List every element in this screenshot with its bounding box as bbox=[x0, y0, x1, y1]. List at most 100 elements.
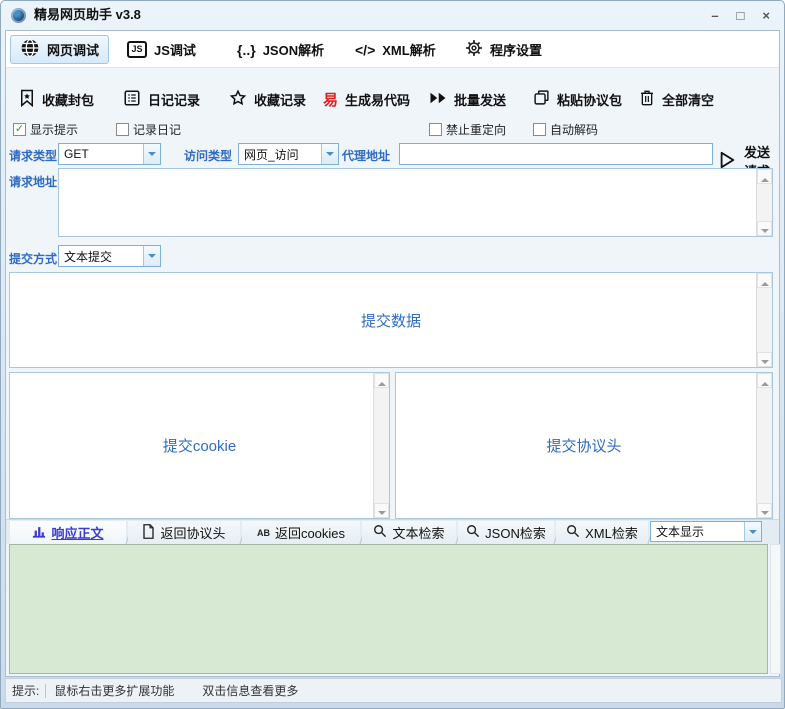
checkbox-label: 禁止重定向 bbox=[446, 121, 506, 138]
trash-icon bbox=[639, 89, 655, 110]
yi-character-icon: 易 bbox=[323, 89, 338, 110]
globe-icon bbox=[20, 38, 40, 61]
main-panel: 网页调试 JS JS调试 {..} JSON解析 </> XML解析 程序设置 … bbox=[5, 30, 780, 677]
tab-response-header[interactable]: 返回协议头 bbox=[128, 521, 240, 544]
tab-xml-search[interactable]: XML检索 bbox=[556, 521, 648, 544]
unchecked-checkbox-icon[interactable] bbox=[116, 123, 129, 136]
tab-label: 返回cookies bbox=[275, 523, 345, 542]
ab-text-icon: AB bbox=[257, 528, 270, 538]
json-braces-icon: {..} bbox=[237, 42, 256, 58]
magnifier-icon bbox=[466, 524, 480, 541]
magnifier-icon bbox=[566, 524, 580, 541]
scroll-up-icon[interactable] bbox=[757, 273, 772, 288]
tab-web-debug[interactable]: 网页调试 bbox=[10, 35, 109, 64]
tab-json-search[interactable]: JSON检索 bbox=[458, 521, 554, 544]
chevron-down-icon[interactable] bbox=[143, 144, 160, 164]
clear-all-button[interactable]: 全部清空 bbox=[639, 85, 714, 113]
chevron-down-icon[interactable] bbox=[744, 522, 761, 541]
tab-response-body[interactable]: 响应正文 bbox=[10, 521, 126, 544]
scroll-up-icon[interactable] bbox=[757, 373, 772, 388]
scroll-down-icon[interactable] bbox=[757, 352, 772, 367]
checked-checkbox-icon[interactable]: ✓ bbox=[13, 123, 26, 136]
button-label: 收藏记录 bbox=[254, 90, 306, 109]
show-tip-checkbox[interactable]: ✓ 显示提示 bbox=[13, 121, 78, 137]
star-icon bbox=[229, 89, 247, 110]
copy-icon bbox=[533, 89, 550, 109]
scroll-down-icon[interactable] bbox=[374, 503, 389, 518]
statusbar: 提示: 鼠标右击更多扩展功能 双击信息查看更多 bbox=[5, 678, 782, 703]
generate-code-button[interactable]: 易 生成易代码 bbox=[323, 85, 410, 113]
status-divider bbox=[45, 684, 46, 698]
tab-label: 返回协议头 bbox=[160, 523, 225, 542]
auto-decode-checkbox[interactable]: 自动解码 bbox=[533, 121, 598, 137]
tab-label: JSON检索 bbox=[485, 523, 546, 542]
gear-icon bbox=[465, 39, 483, 60]
tab-label: XML解析 bbox=[382, 40, 435, 59]
submit-data-hint: 提交数据 bbox=[10, 273, 772, 367]
tab-xml-parse[interactable]: </> XML解析 bbox=[346, 35, 445, 64]
unchecked-checkbox-icon[interactable] bbox=[429, 123, 442, 136]
maximize-button[interactable]: □ bbox=[737, 9, 745, 22]
titlebar[interactable]: 精易网页助手 v3.8 – □ × bbox=[1, 1, 784, 29]
proxy-address-label: 代理地址 bbox=[342, 147, 390, 164]
submit-cookie-hint: 提交cookie bbox=[10, 373, 389, 518]
paste-packet-button[interactable]: 粘贴协议包 bbox=[533, 85, 622, 113]
checkbox-label: 记录日记 bbox=[133, 121, 181, 138]
no-redirect-checkbox[interactable]: 禁止重定向 bbox=[429, 121, 506, 137]
request-address-label: 请求地址 bbox=[9, 173, 57, 190]
button-label: 批量发送 bbox=[454, 90, 506, 109]
unchecked-checkbox-icon[interactable] bbox=[533, 123, 546, 136]
button-label: 全部清空 bbox=[662, 90, 714, 109]
scrollbar[interactable] bbox=[756, 273, 772, 367]
save-packet-button[interactable]: 收藏封包 bbox=[19, 85, 94, 113]
scroll-down-icon[interactable] bbox=[757, 503, 772, 518]
batch-send-button[interactable]: 批量发送 bbox=[429, 85, 506, 113]
checkbox-label: 显示提示 bbox=[30, 121, 78, 138]
scroll-up-icon[interactable] bbox=[757, 169, 772, 184]
response-output-area[interactable] bbox=[9, 544, 768, 674]
scroll-up-icon[interactable] bbox=[374, 373, 389, 388]
document-icon bbox=[142, 524, 155, 542]
proxy-address-input[interactable] bbox=[399, 143, 713, 165]
submit-method-select[interactable]: 文本提交 bbox=[58, 245, 161, 267]
magnifier-icon bbox=[373, 524, 387, 541]
app-window: 精易网页助手 v3.8 – □ × 网页调试 JS JS调试 {..} JSON… bbox=[0, 0, 785, 709]
request-address-textarea[interactable] bbox=[58, 168, 773, 237]
access-type-select[interactable]: 网页_访问 bbox=[238, 143, 339, 165]
close-button[interactable]: × bbox=[762, 9, 770, 22]
tab-label: 程序设置 bbox=[490, 40, 542, 59]
submit-cookie-textarea[interactable]: 提交cookie bbox=[9, 372, 390, 519]
request-type-label: 请求类型 bbox=[9, 147, 57, 164]
tab-settings[interactable]: 程序设置 bbox=[456, 35, 551, 64]
tab-label: 网页调试 bbox=[47, 40, 99, 59]
combo-value: 文本提交 bbox=[59, 248, 143, 265]
output-scrollbar[interactable] bbox=[770, 544, 781, 674]
access-type-label: 访问类型 bbox=[184, 147, 232, 164]
submit-data-textarea[interactable]: 提交数据 bbox=[9, 272, 773, 368]
status-hint-right-click: 鼠标右击更多扩展功能 bbox=[54, 682, 174, 699]
diary-log-button[interactable]: 日记记录 bbox=[123, 85, 200, 113]
save-record-button[interactable]: 收藏记录 bbox=[229, 85, 306, 113]
scroll-down-icon[interactable] bbox=[757, 221, 772, 236]
window-controls: – □ × bbox=[711, 1, 770, 29]
tab-text-search[interactable]: 文本检索 bbox=[362, 521, 456, 544]
display-mode-select[interactable]: 文本显示 bbox=[650, 521, 762, 542]
combo-value: GET bbox=[59, 147, 143, 161]
submit-header-textarea[interactable]: 提交协议头 bbox=[395, 372, 773, 519]
tab-json-parse[interactable]: {..} JSON解析 bbox=[228, 35, 333, 64]
bar-chart-icon bbox=[32, 525, 46, 541]
scrollbar[interactable] bbox=[756, 373, 772, 518]
chevron-down-icon[interactable] bbox=[321, 144, 338, 164]
log-diary-checkbox[interactable]: 记录日记 bbox=[116, 121, 181, 137]
request-type-select[interactable]: GET bbox=[58, 143, 161, 165]
button-label: 日记记录 bbox=[148, 90, 200, 109]
minimize-button[interactable]: – bbox=[711, 9, 718, 22]
scrollbar[interactable] bbox=[756, 169, 772, 236]
scrollbar[interactable] bbox=[373, 373, 389, 518]
chevron-down-icon[interactable] bbox=[143, 246, 160, 266]
app-logo-icon bbox=[11, 8, 26, 23]
status-hint-double-click: 双击信息查看更多 bbox=[202, 682, 298, 699]
js-icon: JS bbox=[127, 41, 147, 58]
tab-response-cookies[interactable]: AB 返回cookies bbox=[242, 521, 360, 544]
tab-js-debug[interactable]: JS JS调试 bbox=[118, 35, 205, 64]
